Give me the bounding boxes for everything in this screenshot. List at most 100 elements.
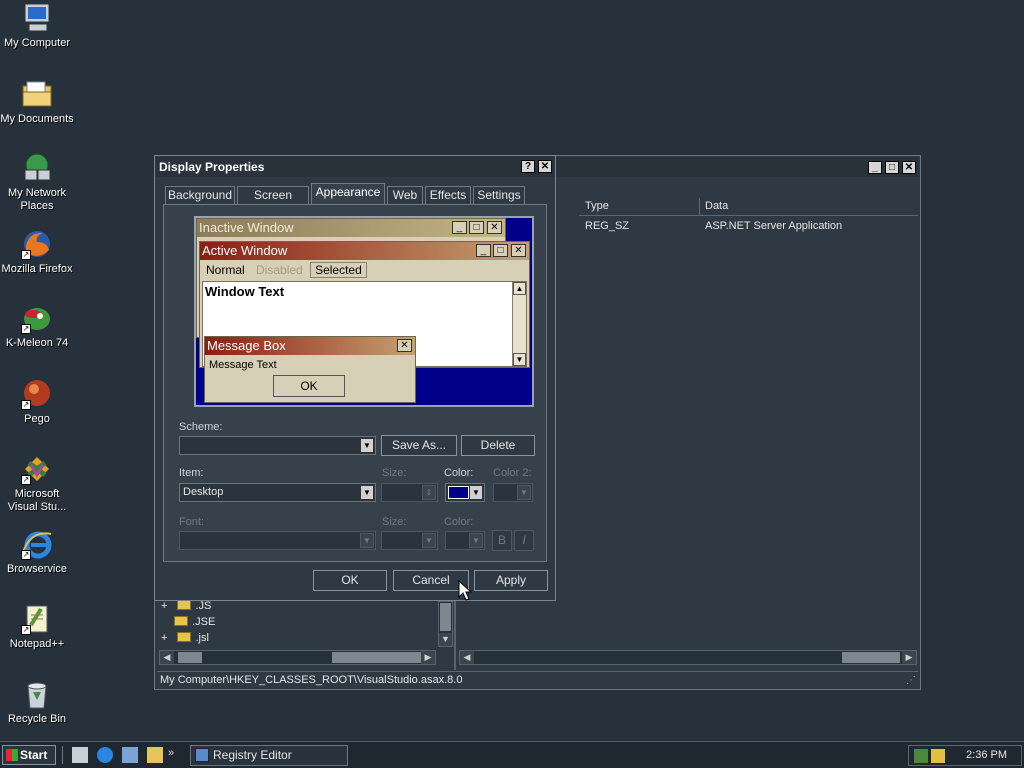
tab-screen-saver[interactable]: Screen Saver [237, 186, 309, 218]
scroll-down-icon: ▼ [513, 353, 526, 366]
desktop-icon-pego[interactable]: ↗ Pego [0, 378, 74, 426]
shortcut-arrow-icon: ↗ [21, 475, 31, 485]
values-hscroll-thumb[interactable] [842, 652, 900, 663]
size-spinner[interactable]: ⇕ [381, 483, 438, 502]
show-desktop-icon[interactable] [72, 747, 88, 763]
font-color-label: Color: [444, 516, 474, 528]
chevron-down-icon: ▼ [469, 533, 483, 548]
taskbar: Start » Registry Editor 2:36 PM [0, 741, 1024, 768]
network-places-icon [21, 152, 53, 184]
desktop-icon-browservice[interactable]: ↗ Browservice [0, 528, 74, 576]
chevron-down-icon: ▼ [517, 485, 531, 500]
values-horizontal-scrollbar[interactable]: ◀ ▶ [459, 650, 917, 665]
start-button[interactable]: Start [2, 745, 56, 765]
scroll-right-icon[interactable]: ▶ [902, 651, 916, 664]
tree-item[interactable]: + .JS [161, 599, 211, 614]
desktop-icon-firefox[interactable]: ↗ Mozilla Firefox [0, 228, 74, 276]
column-data[interactable]: Data [705, 200, 728, 212]
ok-button[interactable]: OK [313, 570, 387, 591]
search-icon[interactable] [147, 747, 164, 763]
item-select[interactable]: Desktop ▼ [179, 483, 376, 502]
folder-icon [177, 600, 192, 610]
visual-studio-icon: ↗ [21, 453, 53, 485]
minimize-button[interactable]: _ [868, 161, 882, 174]
tree-item[interactable]: + .jsl [161, 631, 209, 646]
shortcut-arrow-icon: ↗ [21, 250, 31, 260]
menu-disabled: Disabled [256, 263, 303, 277]
recycle-bin-icon [21, 678, 53, 710]
splitter[interactable] [454, 600, 456, 670]
tree-horizontal-scrollbar[interactable]: ◀ ▶ [159, 650, 436, 665]
desktop-icon-my-computer[interactable]: My Computer [0, 2, 74, 50]
windows-explorer-icon[interactable] [122, 747, 139, 763]
desktop-icon-k-meleon[interactable]: ↗ K-Meleon 74 [0, 302, 74, 350]
font-color-picker[interactable]: ▼ [445, 531, 485, 550]
color2-picker[interactable]: ▼ [493, 483, 533, 502]
chevron-down-icon: ▼ [360, 533, 374, 548]
appearance-preview[interactable]: Inactive Window _ □ ✕ Active Window _ □ … [194, 216, 534, 407]
quick-launch-overflow-icon[interactable]: » [168, 747, 174, 759]
color-picker[interactable]: ▼ [445, 483, 485, 502]
resize-grip-icon[interactable]: ⋰ [906, 675, 918, 687]
message-box-preview: Message Box ✕ Message Text OK [204, 336, 416, 403]
minimize-icon: _ [452, 221, 467, 234]
tab-settings[interactable]: Settings [473, 186, 525, 204]
desktop-icon-notepad-plus[interactable]: ↗ Notepad++ [0, 603, 74, 651]
apply-button[interactable]: Apply [474, 570, 548, 591]
desktop-icon-network-places[interactable]: My Network Places [0, 152, 74, 213]
internet-explorer-icon: ↗ [21, 528, 53, 560]
help-button[interactable]: ? [521, 160, 535, 173]
taskbar-task-registry-editor[interactable]: Registry Editor [190, 745, 348, 766]
tree-vscroll-thumb[interactable] [440, 603, 451, 631]
registry-editor-titlebar[interactable]: _ □ ✕ [555, 157, 919, 177]
scroll-right-icon[interactable]: ▶ [421, 651, 435, 664]
italic-button[interactable]: I [514, 530, 534, 551]
menu-normal: Normal [206, 263, 245, 277]
font-select[interactable]: ▼ [179, 531, 376, 550]
maximize-button[interactable]: □ [885, 161, 899, 174]
message-text: Message Text [209, 359, 277, 371]
system-tray: 2:36 PM [908, 745, 1022, 766]
tray-app-icon[interactable] [931, 749, 945, 763]
font-size-select[interactable]: ▼ [381, 531, 438, 550]
desktop-icon-my-documents[interactable]: My Documents [0, 78, 74, 126]
tree-vertical-scrollbar[interactable]: ▼ [438, 601, 453, 647]
close-icon: ✕ [511, 244, 526, 257]
desktop-icon-recycle-bin[interactable]: Recycle Bin [0, 678, 74, 726]
value-data: ASP.NET Server Application [705, 220, 843, 232]
delete-button[interactable]: Delete [461, 435, 535, 456]
display-properties-dialog[interactable]: Display Properties ? ✕ Background Screen… [154, 155, 556, 601]
clock[interactable]: 2:36 PM [966, 749, 1007, 761]
mouse-cursor-icon [458, 579, 473, 605]
chevron-down-icon: ▼ [360, 485, 374, 500]
tab-effects[interactable]: Effects [425, 186, 471, 204]
column-type[interactable]: Type [585, 200, 609, 212]
chevron-down-icon: ▼ [422, 533, 436, 548]
scheme-select[interactable]: ▼ [179, 436, 376, 455]
internet-explorer-icon[interactable] [97, 747, 114, 763]
tab-web[interactable]: Web [387, 186, 423, 204]
save-as-button[interactable]: Save As... [381, 435, 457, 456]
close-button[interactable]: ✕ [538, 160, 552, 173]
close-button[interactable]: ✕ [902, 161, 916, 174]
tree-item[interactable]: .JSE [161, 615, 215, 630]
bold-button[interactable]: B [492, 530, 512, 551]
color-swatch [448, 486, 469, 499]
close-icon: ✕ [487, 221, 502, 234]
scroll-left-icon[interactable]: ◀ [460, 651, 474, 664]
desktop-icon-visual-studio[interactable]: ↗ Microsoft Visual Stu... [0, 453, 74, 514]
folder-icon [174, 616, 189, 626]
spinner-arrows-icon: ⇕ [422, 485, 436, 500]
close-icon: ✕ [397, 339, 412, 352]
tree-hscroll-thumb[interactable] [178, 652, 202, 663]
chevron-down-icon: ▼ [469, 485, 483, 500]
scroll-left-icon[interactable]: ◀ [160, 651, 174, 664]
scroll-down-icon[interactable]: ▼ [439, 633, 452, 646]
tray-network-icon[interactable] [914, 749, 928, 763]
tab-background[interactable]: Background [165, 186, 235, 204]
tab-appearance[interactable]: Appearance [311, 183, 385, 205]
windows-logo-icon [6, 749, 18, 761]
dialog-titlebar[interactable]: Display Properties ? ✕ [156, 157, 554, 177]
pego-icon: ↗ [21, 378, 53, 410]
menu-selected: Selected [310, 262, 367, 278]
